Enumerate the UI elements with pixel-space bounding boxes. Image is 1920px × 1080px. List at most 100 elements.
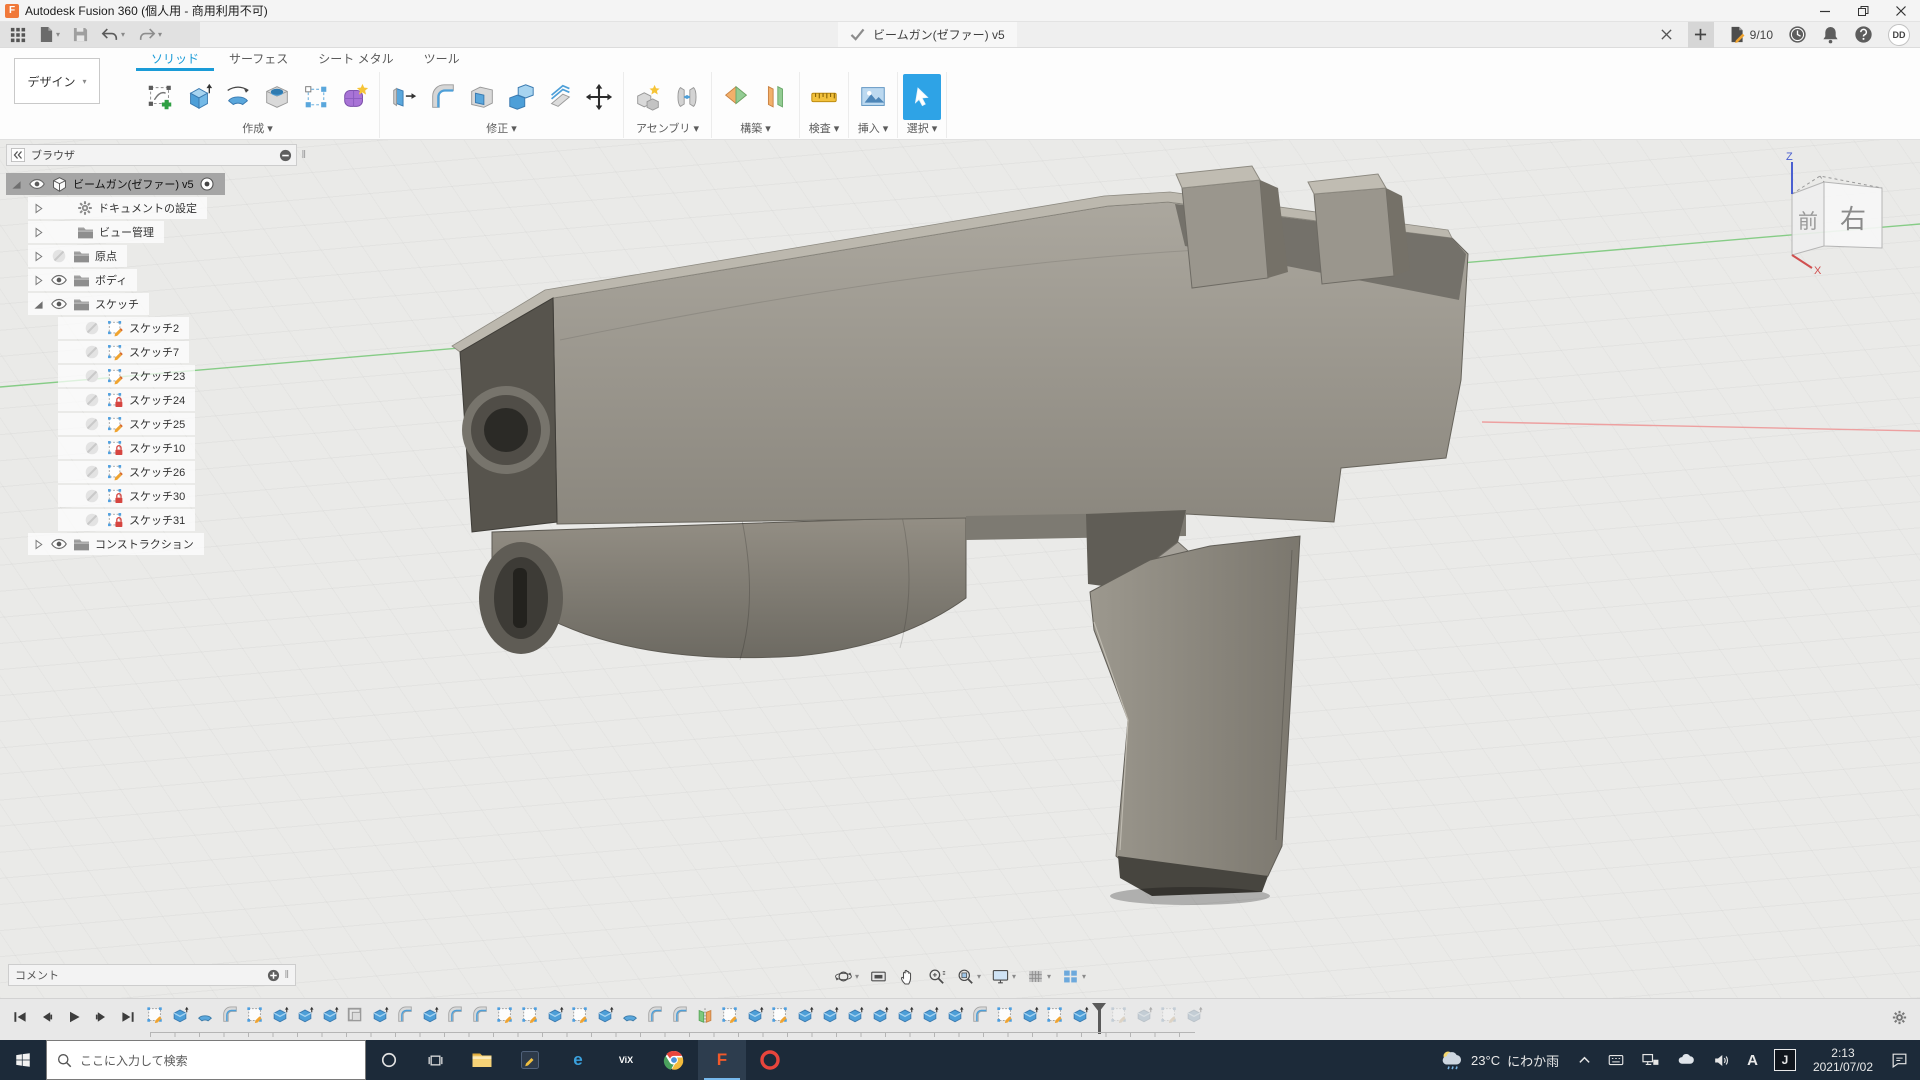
tool-form-button[interactable] (336, 74, 374, 120)
toolbar-group-label[interactable]: 検査 ▾ (805, 122, 843, 138)
timeline-play-button[interactable] (64, 1007, 84, 1027)
timeline-feature-extrude[interactable] (296, 1006, 314, 1024)
tool-joint-button[interactable] (668, 74, 706, 120)
timeline-feature-sketch[interactable] (1046, 1006, 1064, 1024)
timeline-feature-sketch[interactable] (146, 1006, 164, 1024)
taskbar-search-box[interactable]: ここに入力して検索 (46, 1040, 366, 1080)
timeline-feature-fillet[interactable] (971, 1006, 989, 1024)
timeline-feature-extrude[interactable] (796, 1006, 814, 1024)
timeline-feature-sketch[interactable] (721, 1006, 739, 1024)
timeline-feature-fillet[interactable] (396, 1006, 414, 1024)
task-view-button[interactable] (412, 1040, 458, 1080)
tri-e-icon[interactable] (10, 178, 23, 191)
tool-fillet-button[interactable] (424, 74, 462, 120)
nav-display-button[interactable]: ▾ (988, 965, 1019, 988)
tool-hole-button[interactable] (258, 74, 296, 120)
timeline-feature-fillet[interactable] (221, 1006, 239, 1024)
browser-item-7[interactable]: スケッチ7 (6, 340, 306, 364)
nav-fit-button[interactable]: ▾ (953, 965, 984, 988)
tool-insert-image-button[interactable] (854, 74, 892, 120)
tool-offset-button[interactable] (541, 74, 579, 120)
timeline-feature-extrude[interactable] (946, 1006, 964, 1024)
document-tab[interactable]: ビームガン(ゼファー) v5 (838, 22, 1017, 47)
fusion-360-taskbar-icon[interactable]: F (698, 1040, 746, 1080)
browser-item-root[interactable]: ビームガン(ゼファー) v5 (6, 172, 306, 196)
tool-construct-plane-button[interactable] (717, 74, 755, 120)
timeline-feature-sketch-pending[interactable] (1110, 1006, 1128, 1024)
timeline-feature-extrude[interactable] (371, 1006, 389, 1024)
nav-look-at-button[interactable] (866, 965, 891, 988)
timeline-feature-extrude[interactable] (1021, 1006, 1039, 1024)
touch-keyboard-icon[interactable] (1600, 1040, 1632, 1080)
cortana-button[interactable] (366, 1040, 412, 1080)
toolbar-group-label[interactable]: 挿入 ▾ (854, 122, 892, 138)
toolbar-group-label[interactable]: 作成 ▾ (141, 122, 374, 138)
browser-item-6[interactable]: スケッチ2 (6, 316, 306, 340)
action-center-icon[interactable] (1883, 1040, 1916, 1080)
document-counter[interactable]: 9/10 (1729, 26, 1773, 43)
redo-icon[interactable]: ▾ (138, 27, 162, 42)
timeline-feature-extrude[interactable] (921, 1006, 939, 1024)
vix-app-taskbar-icon[interactable]: ViX (602, 1040, 650, 1080)
nav-orbit-button[interactable]: ▾ (831, 965, 862, 988)
nav-zoom-button[interactable] (924, 965, 949, 988)
browser-item-10[interactable]: スケッチ25 (6, 412, 306, 436)
onedrive-icon[interactable] (1669, 1040, 1703, 1080)
file-menu-icon[interactable]: ▾ (39, 26, 60, 43)
minimize-button[interactable] (1806, 0, 1844, 21)
timeline-feature-extrude[interactable] (321, 1006, 339, 1024)
tri-c-icon[interactable] (32, 202, 45, 215)
timeline-step-back-button[interactable] (37, 1007, 57, 1027)
close-window-button[interactable] (1882, 0, 1920, 21)
tri-c-icon[interactable] (32, 538, 45, 551)
tool-construct-axis-button[interactable] (756, 74, 794, 120)
timeline-feature-shell[interactable] (346, 1006, 364, 1024)
ribbon-tab-3[interactable]: シート メタル (303, 48, 408, 71)
eye-off-icon[interactable] (83, 415, 101, 433)
tool-press-pull-button[interactable] (385, 74, 423, 120)
timeline-feature-extrude[interactable] (871, 1006, 889, 1024)
browser-item-3[interactable]: 原点 (6, 244, 306, 268)
tool-sketch-button[interactable] (141, 74, 179, 120)
timeline-feature-extrude[interactable] (846, 1006, 864, 1024)
timeline-feature-sketch[interactable] (246, 1006, 264, 1024)
viewport-3d[interactable]: 前 右 Z X ブラウザ ‖ ビームガン(ゼファー) v5ドキュメントの設定ビュ… (0, 140, 1920, 998)
job-status-clock-icon[interactable] (1788, 25, 1807, 44)
timeline-feature-sketch[interactable] (521, 1006, 539, 1024)
ribbon-tab-4[interactable]: ツール (409, 48, 475, 71)
timeline-feature-sketch[interactable] (996, 1006, 1014, 1024)
notifications-bell-icon[interactable] (1822, 26, 1839, 44)
chrome-browser-taskbar-icon[interactable] (650, 1040, 698, 1080)
timeline-feature-extrude[interactable] (746, 1006, 764, 1024)
tool-move-button[interactable] (580, 74, 618, 120)
view-cube[interactable]: 前 右 Z X (1772, 150, 1904, 276)
timeline-feature-mirror[interactable] (696, 1006, 714, 1024)
timeline-ruler[interactable] (150, 1032, 1195, 1037)
radio-icon[interactable] (199, 176, 215, 192)
eye-icon[interactable] (28, 175, 46, 193)
eye-icon[interactable] (50, 271, 68, 289)
tray-expand-icon[interactable] (1571, 1040, 1598, 1080)
nav-viewports-button[interactable]: ▾ (1058, 965, 1089, 988)
timeline-feature-extrude[interactable] (546, 1006, 564, 1024)
tool-extrude-button[interactable] (180, 74, 218, 120)
timeline-feature-sketch-pending[interactable] (1160, 1006, 1178, 1024)
timeline-go-end-button[interactable] (118, 1007, 138, 1027)
edge-browser-taskbar-icon[interactable]: e (554, 1040, 602, 1080)
timeline-feature-extrude-pending[interactable] (1135, 1006, 1153, 1024)
toolbar-group-label[interactable]: アセンブリ ▾ (629, 122, 706, 138)
tool-revolve-button[interactable] (219, 74, 257, 120)
new-document-button[interactable] (1688, 22, 1714, 48)
collapse-panel-icon[interactable] (11, 148, 25, 162)
timeline-feature-fillet[interactable] (671, 1006, 689, 1024)
add-comment-icon[interactable] (267, 969, 280, 982)
timeline-feature-revolve[interactable] (196, 1006, 214, 1024)
timeline-feature-fillet[interactable] (471, 1006, 489, 1024)
panel-resize-handle[interactable]: ‖ (301, 149, 306, 161)
eye-icon[interactable] (50, 535, 68, 553)
timeline-feature-extrude-pending[interactable] (1185, 1006, 1203, 1024)
ribbon-tab-1[interactable]: ソリッド (136, 48, 214, 71)
browser-item-9[interactable]: スケッチ24 (6, 388, 306, 412)
tool-shell-button[interactable] (463, 74, 501, 120)
timeline-feature-sketch[interactable] (496, 1006, 514, 1024)
